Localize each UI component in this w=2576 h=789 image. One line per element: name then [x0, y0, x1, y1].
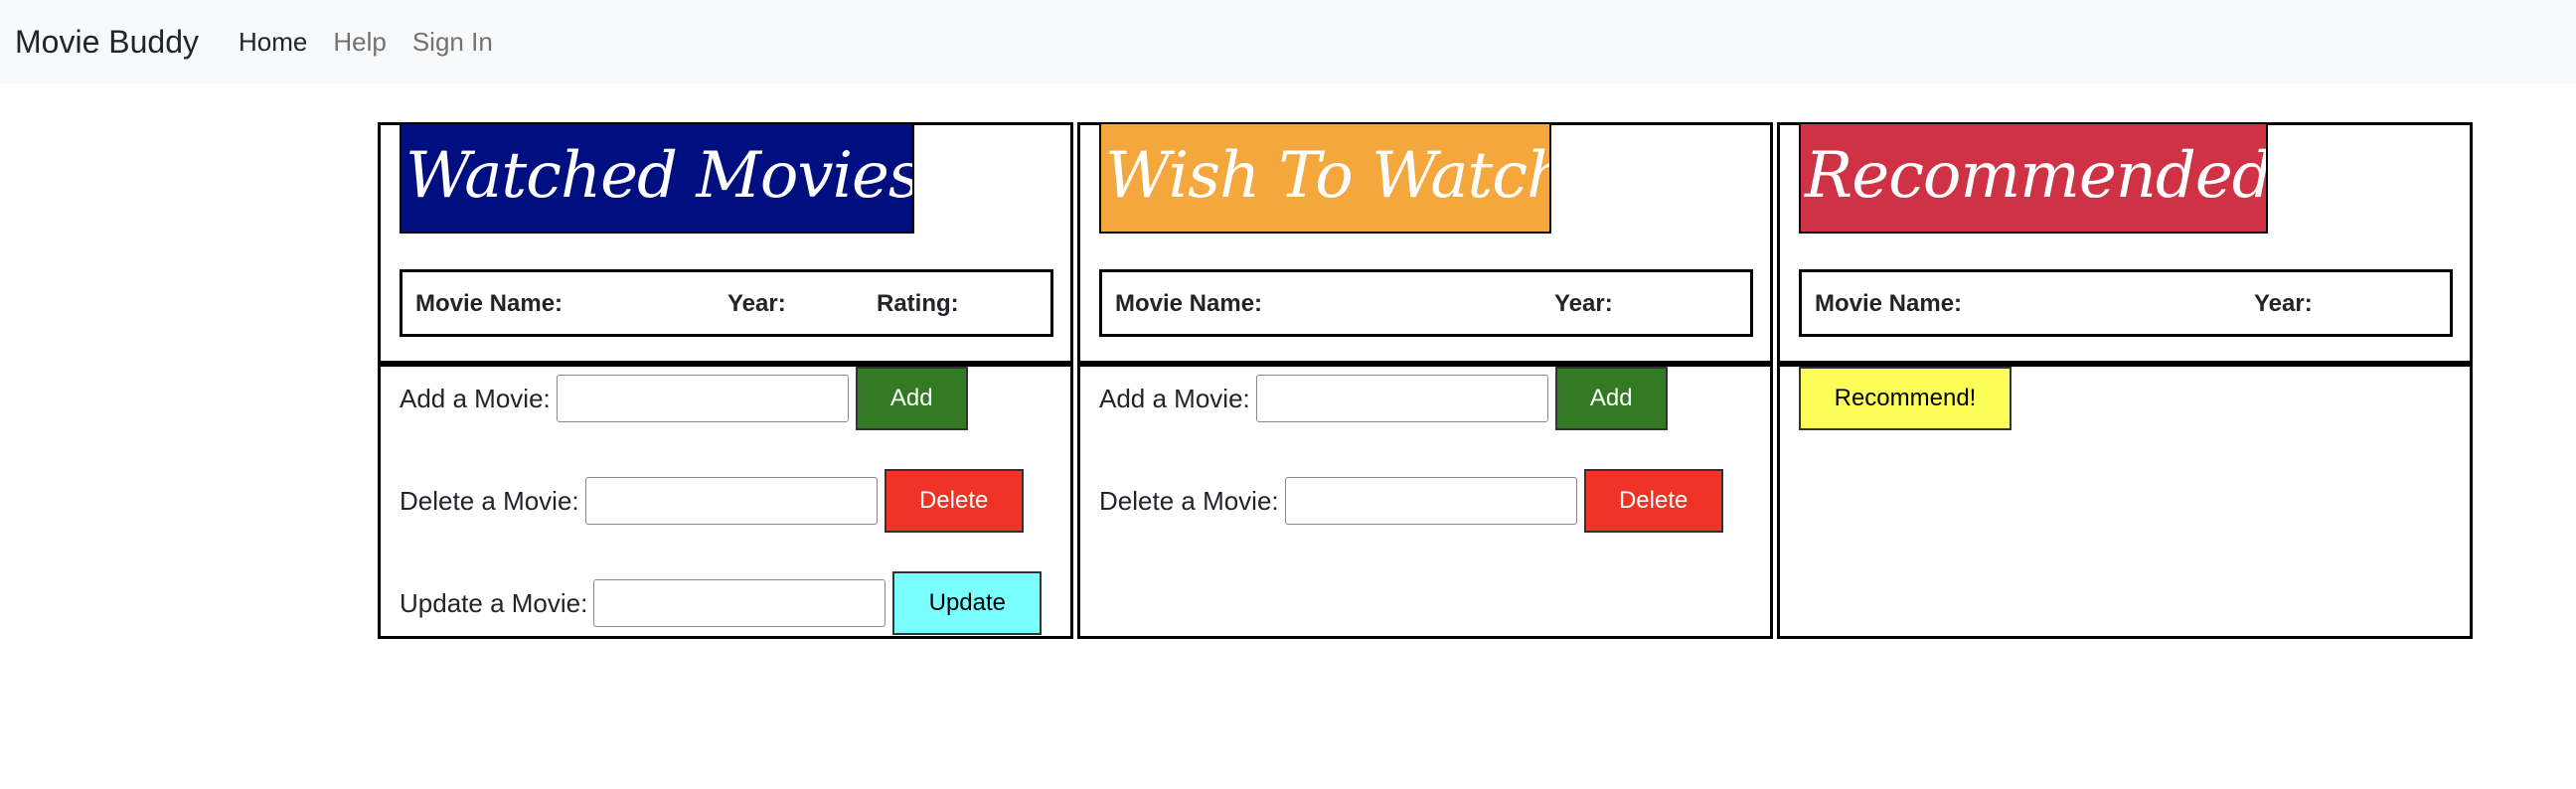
recommended-title: Recommended:	[1799, 122, 2268, 234]
add-movie-label: Add a Movie:	[400, 383, 551, 413]
update-movie-row: Update a Movie: Update	[400, 571, 1043, 635]
delete-wish-movie-button[interactable]: Delete	[1583, 469, 1723, 533]
movie-name-header: Movie Name:	[1115, 290, 1263, 317]
nav-home-link[interactable]: Home	[239, 27, 307, 58]
add-movie-label: Add a Movie:	[1099, 383, 1250, 413]
brand-link[interactable]: Movie Buddy	[15, 24, 199, 61]
nav-sign-in-link[interactable]: Sign In	[412, 27, 493, 58]
update-movie-input[interactable]	[593, 579, 886, 627]
delete-movie-label: Delete a Movie:	[1099, 485, 1279, 516]
recommended-controls-panel: Recommend!	[1777, 364, 2473, 639]
nav-links: Home Help Sign In	[239, 27, 519, 58]
watched-movies-column-headers: Movie Name: Year: Rating:	[400, 269, 1053, 337]
wish-to-watch-list-panel: Wish To Watch: Movie Name: Year:	[1077, 122, 1773, 364]
wish-to-watch-title: Wish To Watch:	[1099, 122, 1551, 234]
year-header: Year:	[727, 290, 786, 317]
update-movie-label: Update a Movie:	[400, 587, 588, 618]
watched-movies-list-panel: Watched Movies: Movie Name: Year: Rating…	[378, 122, 1073, 364]
delete-movie-row: Delete a Movie: Delete	[400, 469, 1024, 533]
navbar: Movie Buddy Home Help Sign In	[0, 0, 2576, 83]
year-header: Year:	[2254, 290, 2313, 317]
movie-name-header: Movie Name:	[415, 290, 564, 317]
delete-movie-row: Delete a Movie: Delete	[1099, 469, 1723, 533]
delete-wish-movie-input[interactable]	[1284, 477, 1577, 525]
watched-movies-controls-panel: Add a Movie: Add Delete a Movie: Delete …	[378, 364, 1073, 639]
add-movie-input[interactable]	[556, 375, 849, 422]
nav-help-link[interactable]: Help	[333, 27, 386, 58]
recommended-list-panel: Recommended: Movie Name: Year:	[1777, 122, 2473, 364]
add-movie-button[interactable]: Add	[855, 367, 968, 430]
wish-to-watch-controls-panel: Add a Movie: Add Delete a Movie: Delete	[1077, 364, 1773, 639]
recommend-button[interactable]: Recommend!	[1799, 367, 2012, 430]
movie-name-header: Movie Name:	[1815, 290, 1963, 317]
delete-movie-input[interactable]	[584, 477, 878, 525]
year-header: Year:	[1554, 290, 1613, 317]
recommended-column-headers: Movie Name: Year:	[1799, 269, 2453, 337]
delete-movie-button[interactable]: Delete	[884, 469, 1024, 533]
watched-movies-title: Watched Movies:	[400, 122, 914, 234]
wish-to-watch-column-headers: Movie Name: Year:	[1099, 269, 1753, 337]
rating-header: Rating:	[877, 290, 959, 317]
add-wish-movie-input[interactable]	[1255, 375, 1548, 422]
delete-movie-label: Delete a Movie:	[400, 485, 579, 516]
add-movie-row: Add a Movie: Add	[400, 367, 968, 430]
add-wish-movie-button[interactable]: Add	[1554, 367, 1668, 430]
add-movie-row: Add a Movie: Add	[1099, 367, 1668, 430]
update-movie-button[interactable]: Update	[892, 571, 1043, 635]
